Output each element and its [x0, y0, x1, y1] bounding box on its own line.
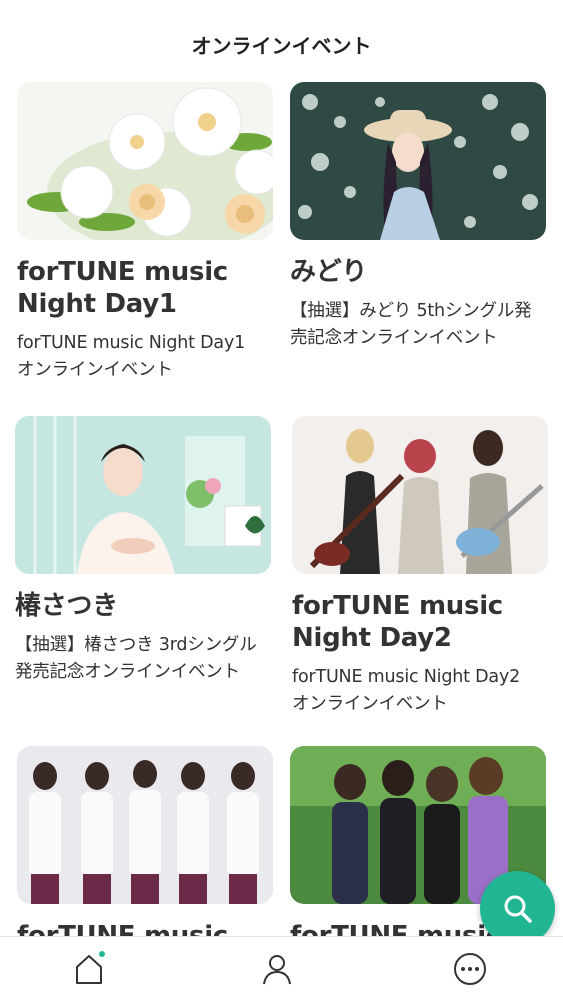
home-icon — [76, 955, 102, 984]
search-button[interactable] — [480, 871, 555, 946]
nav-home[interactable] — [67, 947, 111, 991]
person-icon — [263, 955, 291, 985]
more-icon — [454, 953, 486, 985]
event-subtitle: forTUNE music Night Day1 オンラインイベント — [17, 333, 246, 380]
nav-profile[interactable] — [255, 947, 299, 991]
event-title: みどり — [290, 257, 368, 287]
event-thumbnail-woman-hat — [290, 82, 546, 240]
event-thumbnail-five-women — [17, 746, 273, 904]
event-title: forTUNE music Night Day1 — [17, 257, 228, 319]
search-icon — [504, 895, 532, 923]
online-events-screen: オンラインイベント forTUNE music Night Day1 forTU… — [0, 0, 563, 1000]
event-card-tsubaki-satsuki[interactable]: 椿さつき 【抽選】椿さつき 3rdシングル 発売記念オンラインイベント — [15, 416, 271, 686]
event-card-midori[interactable]: みどり 【抽選】みどり 5thシングル発 売記念オンラインイベント — [290, 82, 546, 352]
page-title: オンラインイベント — [191, 34, 372, 58]
bottom-navigation — [0, 936, 563, 1000]
event-subtitle: forTUNE music Night Day2 オンラインイベント — [292, 667, 521, 714]
event-thumbnail-white-flowers — [17, 82, 273, 240]
event-thumbnail-woman-room — [15, 416, 271, 574]
event-card-fortune-night-day2[interactable]: forTUNE music Night Day2 forTUNE music N… — [292, 416, 548, 718]
event-subtitle: 【抽選】椿さつき 3rdシングル 発売記念オンラインイベント — [15, 635, 257, 682]
event-subtitle: 【抽選】みどり 5thシングル発 売記念オンラインイベント — [290, 301, 532, 348]
event-title: 椿さつき — [15, 591, 118, 621]
event-card-fortune-night-day1[interactable]: forTUNE music Night Day1 forTUNE music N… — [17, 82, 273, 384]
event-title: forTUNE music Night Day2 — [292, 591, 503, 653]
event-thumbnail-girl-band — [292, 416, 548, 574]
event-card-fortune-music-5[interactable]: forTUNE music — [17, 746, 273, 962]
active-indicator-dot — [99, 951, 105, 957]
nav-more[interactable] — [448, 947, 492, 991]
